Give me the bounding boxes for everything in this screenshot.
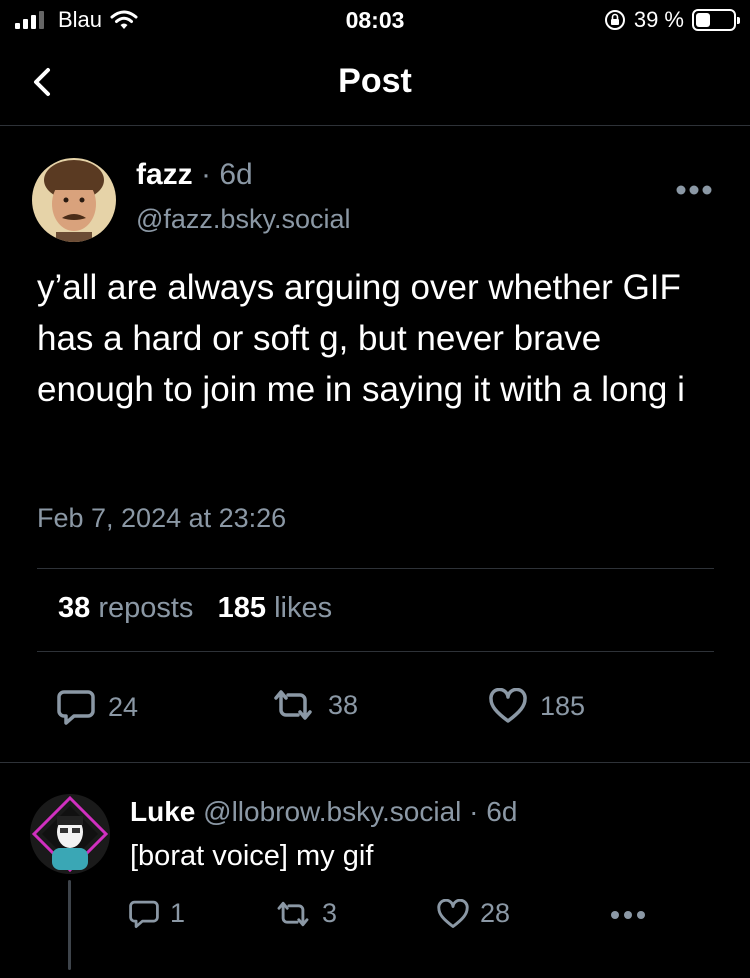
reply-handle-age: @llobrow.bsky.social · 6d: [203, 796, 518, 827]
reposts-count: 38: [58, 592, 91, 624]
reply-author-name[interactable]: Luke: [130, 796, 195, 827]
reposts-stat[interactable]: 38 reposts: [58, 592, 193, 624]
reply-like-button[interactable]: 28: [436, 898, 510, 929]
heart-icon: [437, 898, 469, 928]
repost-button[interactable]: 38: [270, 688, 358, 722]
like-button[interactable]: 185: [488, 688, 585, 724]
divider: [0, 762, 750, 763]
reply-repost-button[interactable]: 3: [274, 898, 337, 929]
top-bar: Post: [0, 40, 750, 126]
post-age: · 6d: [201, 158, 253, 191]
post-timestamp: Feb 7, 2024 at 23:26: [37, 503, 287, 533]
like-count: 185: [540, 690, 586, 721]
avatar[interactable]: [30, 794, 110, 874]
speech-bubble-icon: [57, 690, 95, 725]
ellipsis-icon[interactable]: [674, 180, 714, 200]
reply-count: 24: [108, 691, 139, 722]
divider: [37, 651, 714, 652]
reply-reply-button[interactable]: 1: [128, 898, 185, 929]
repost-arrows-icon: [274, 690, 312, 720]
author-handle[interactable]: @fazz.bsky.social: [136, 204, 350, 235]
avatar[interactable]: [32, 158, 116, 242]
battery-fill: [696, 13, 710, 27]
battery-percent: 39 %: [633, 7, 684, 32]
engagement-stats: 38 reposts 185 likes: [58, 592, 332, 625]
post-text: y’all are always arguing over whether GI…: [37, 268, 685, 409]
battery-icon: [692, 9, 740, 31]
thread-line: [68, 880, 71, 970]
reply-reply-count: 1: [170, 898, 186, 928]
likes-stat[interactable]: 185 likes: [218, 592, 332, 624]
reply-repost-count: 3: [322, 898, 338, 928]
reply-author[interactable]: Luke @llobrow.bsky.social · 6d: [130, 796, 517, 828]
status-bar: Blau 08:03 39 %: [0, 0, 750, 40]
ellipsis-icon[interactable]: [608, 906, 648, 924]
reply-button[interactable]: 24: [56, 688, 138, 726]
repost-count: 38: [328, 689, 359, 720]
divider: [37, 568, 714, 569]
likes-label: likes: [274, 592, 333, 624]
author-name[interactable]: fazz: [136, 158, 193, 191]
reposts-label: reposts: [98, 592, 194, 624]
speech-bubble-icon: [129, 900, 159, 928]
likes-count: 185: [217, 592, 266, 624]
post-author[interactable]: fazz · 6d: [136, 158, 253, 192]
page-title: Post: [338, 62, 412, 100]
orientation-lock-icon: [604, 10, 625, 30]
heart-icon: [489, 688, 527, 723]
reply-like-count: 28: [480, 898, 511, 928]
reply-text: [borat voice] my gif: [130, 840, 374, 872]
repost-arrows-icon: [277, 901, 309, 926]
